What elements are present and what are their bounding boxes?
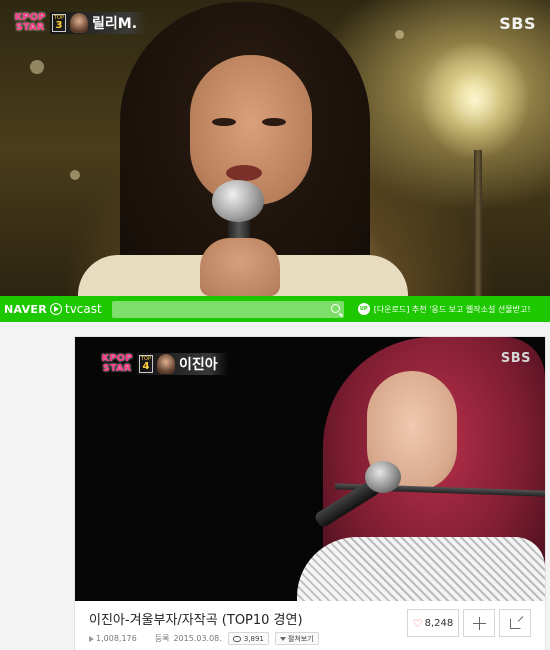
singer-lace-top bbox=[297, 537, 545, 601]
search-input[interactable] bbox=[111, 304, 322, 322]
rank-number: 4 bbox=[142, 361, 150, 372]
comment-button[interactable]: 3,891 bbox=[227, 632, 269, 645]
view-count: 1,008,176 bbox=[96, 634, 137, 643]
contestant-name: 릴리M. bbox=[92, 16, 138, 32]
play-count-icon bbox=[89, 635, 94, 642]
promo-link[interactable]: [다운로드] 추천 '응드 보고 웹작소설 선물받고! bbox=[374, 304, 531, 315]
like-count: 8,248 bbox=[424, 617, 454, 629]
sbs-logo: SBS bbox=[499, 14, 536, 33]
share-icon bbox=[509, 617, 521, 629]
like-button[interactable]: ♡ 8,248 bbox=[407, 609, 459, 637]
content-area: KPOP STAR TOP 4 이진아 SBS 이진아-겨울부자/자작곡 (TO… bbox=[0, 322, 550, 650]
singer-eye bbox=[262, 118, 286, 126]
contestant-bar: TOP 4 이진아 bbox=[137, 353, 228, 375]
view-all-button[interactable]: 펼쳐보기 bbox=[274, 632, 319, 645]
search-icon[interactable] bbox=[330, 303, 340, 313]
tvcast-header-bar: NAVER tvcast UP [다운로드] 추천 '응드 보고 웹작소설 선물… bbox=[0, 296, 550, 322]
video-info-bar: 이진아-겨울부자/자작곡 (TOP10 경연) 1,008,176 등록 201… bbox=[75, 601, 545, 650]
rank-number: 3 bbox=[55, 20, 63, 31]
microphone-icon bbox=[365, 461, 401, 493]
singer-hand bbox=[200, 238, 280, 296]
contestant-avatar bbox=[157, 354, 175, 374]
contestant-name: 이진아 bbox=[179, 357, 218, 373]
heart-icon: ♡ bbox=[412, 616, 423, 630]
video-player[interactable]: KPOP STAR TOP 4 이진아 SBS bbox=[75, 337, 545, 601]
stage-lamp-pole bbox=[474, 150, 482, 296]
add-to-playlist-button[interactable] bbox=[463, 609, 495, 637]
share-button[interactable] bbox=[499, 609, 531, 637]
bokeh-light bbox=[30, 60, 44, 74]
view-all-label: 펼쳐보기 bbox=[287, 634, 314, 643]
comment-count: 3,891 bbox=[243, 634, 264, 643]
top-video-player[interactable]: KPOP STAR TOP 3 릴리M. SBS bbox=[0, 0, 550, 296]
microphone-icon bbox=[212, 180, 264, 222]
kpop-star-logo: KPOP STAR bbox=[101, 353, 133, 374]
search-box[interactable] bbox=[111, 300, 344, 322]
bokeh-light bbox=[70, 170, 80, 180]
contestant-overlay: KPOP STAR TOP 4 이진아 bbox=[97, 351, 228, 377]
stage-lamp-glow bbox=[420, 40, 530, 160]
comment-icon bbox=[232, 635, 241, 642]
video-title[interactable]: 이진아-겨울부자/자작곡 (TOP10 경연) bbox=[89, 609, 303, 628]
tvcast-logo[interactable]: tvcast bbox=[65, 302, 102, 316]
sbs-logo: SBS bbox=[500, 351, 531, 366]
singer-eye bbox=[212, 118, 236, 126]
kpop-star-logo: KPOP STAR bbox=[14, 12, 46, 33]
video-meta: 1,008,176 등록 2015.03.08. 3,891 펼쳐보기 bbox=[89, 632, 319, 645]
play-icon bbox=[49, 303, 62, 315]
video-card: KPOP STAR TOP 4 이진아 SBS 이진아-겨울부자/자작곡 (TO… bbox=[74, 336, 546, 650]
registered-label: 등록 bbox=[154, 634, 170, 643]
chevron-down-icon bbox=[279, 636, 286, 641]
up-badge: UP bbox=[357, 303, 370, 315]
naver-logo[interactable]: NAVER bbox=[4, 303, 47, 316]
rank-badge: TOP 4 bbox=[139, 355, 153, 373]
contestant-overlay: KPOP STAR TOP 3 릴리M. bbox=[10, 10, 148, 36]
singer-mouth bbox=[226, 165, 262, 181]
bokeh-light bbox=[395, 30, 404, 39]
plus-icon bbox=[472, 616, 486, 630]
contestant-avatar bbox=[70, 13, 88, 33]
rank-badge: TOP 3 bbox=[52, 14, 66, 32]
registered-date: 2015.03.08. bbox=[173, 634, 222, 643]
contestant-bar: TOP 3 릴리M. bbox=[50, 12, 148, 34]
